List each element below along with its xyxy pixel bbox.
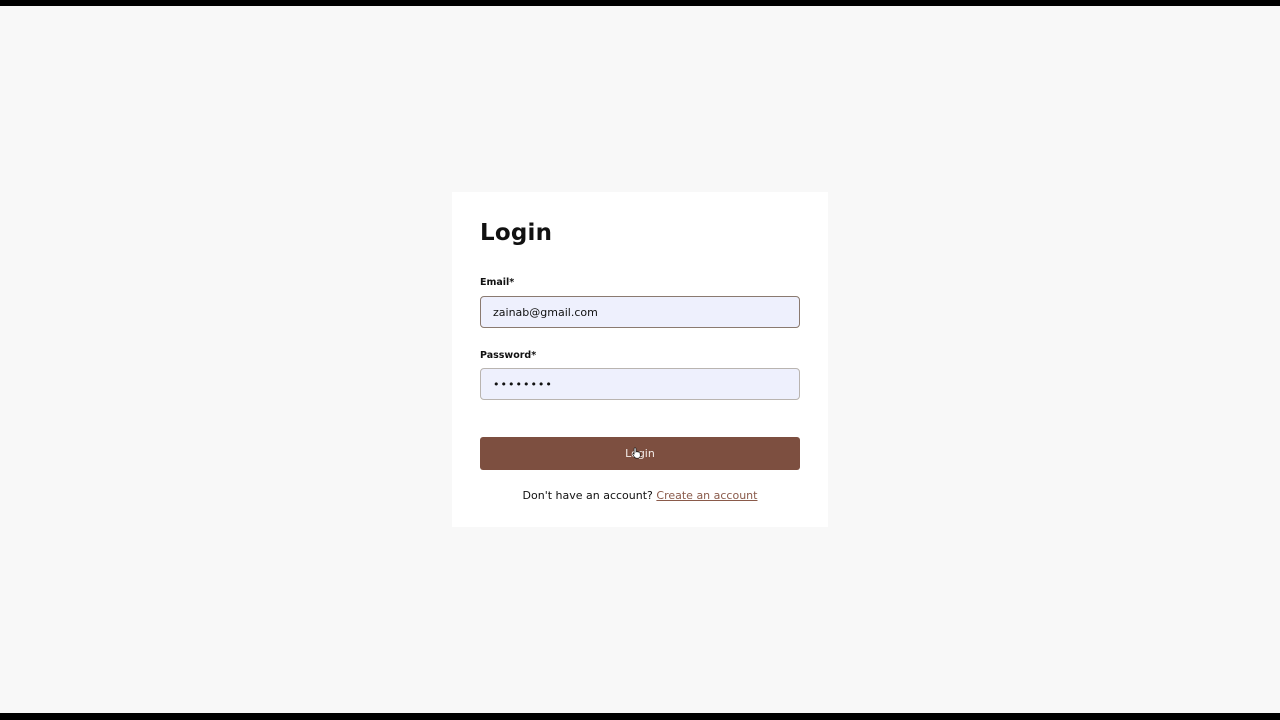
login-card: Login Email* Password* Login Don't have … xyxy=(452,192,828,527)
password-field[interactable] xyxy=(480,368,800,400)
password-label: Password* xyxy=(480,350,537,361)
hand-pointer-icon xyxy=(632,447,641,459)
email-field[interactable] xyxy=(480,296,800,328)
signup-prompt: Don't have an account? xyxy=(522,489,653,502)
email-label: Email* xyxy=(480,277,515,288)
page-title: Login xyxy=(480,220,553,246)
page-viewport: Login Email* Password* Login Don't have … xyxy=(0,6,1280,713)
create-account-link[interactable]: Create an account xyxy=(656,489,757,502)
signup-row: Don't have an account? Create an account xyxy=(452,489,828,502)
